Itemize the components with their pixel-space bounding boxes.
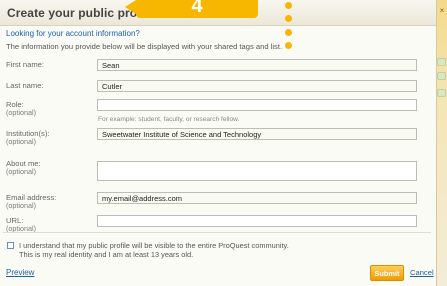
about-optional-label: (optional)	[6, 167, 36, 176]
first-name-label: First name:	[6, 60, 44, 69]
role-field[interactable]	[97, 99, 417, 111]
preview-link[interactable]: Preview	[6, 268, 34, 277]
profile-dialog: Create your public profile 4 Looking for…	[0, 0, 437, 286]
step-number: 4	[191, 0, 203, 17]
role-hint: For example: student, faculty, or resear…	[98, 116, 240, 123]
last-name-field[interactable]	[97, 80, 417, 92]
institution-label-group: Institution(s): (optional)	[6, 130, 49, 146]
intro-text: The information you provide below will b…	[6, 42, 283, 51]
consent-line-2: This is my real identity and I am at lea…	[19, 250, 194, 259]
consent-checkbox[interactable]	[7, 242, 14, 249]
about-label-group: About me: (optional)	[6, 160, 41, 176]
url-field[interactable]	[97, 215, 417, 227]
submit-button[interactable]: Submit	[370, 265, 404, 281]
form-divider	[3, 232, 431, 233]
consent-text: I understand that my public profile will…	[19, 241, 289, 259]
url-label-group: URL: (optional)	[6, 217, 36, 233]
first-name-field[interactable]	[97, 59, 417, 71]
callout-dot	[285, 15, 292, 22]
tag-chip-icon	[437, 58, 446, 66]
last-name-label: Last name:	[6, 81, 44, 90]
email-label-group: Email address: (optional)	[6, 194, 56, 210]
institution-optional-label: (optional)	[6, 137, 36, 146]
account-info-link[interactable]: Looking for your account information?	[6, 29, 140, 38]
about-me-field[interactable]	[97, 161, 417, 181]
callout-dot	[285, 29, 292, 36]
right-gutter	[436, 0, 447, 286]
tag-chip-icon	[437, 89, 446, 97]
institution-field[interactable]	[97, 128, 417, 140]
role-optional-label: (optional)	[6, 108, 36, 117]
cancel-link[interactable]: Cancel	[410, 268, 434, 277]
step-callout: 4	[125, 0, 258, 18]
tag-chip-icon	[437, 72, 446, 80]
email-field[interactable]	[97, 192, 417, 204]
callout-dot	[285, 42, 292, 49]
consent-line-1: I understand that my public profile will…	[19, 241, 289, 250]
close-icon[interactable]: ×	[439, 7, 445, 15]
role-label-group: Role: (optional)	[6, 101, 36, 117]
email-optional-label: (optional)	[6, 201, 36, 210]
callout-dot	[285, 2, 292, 9]
